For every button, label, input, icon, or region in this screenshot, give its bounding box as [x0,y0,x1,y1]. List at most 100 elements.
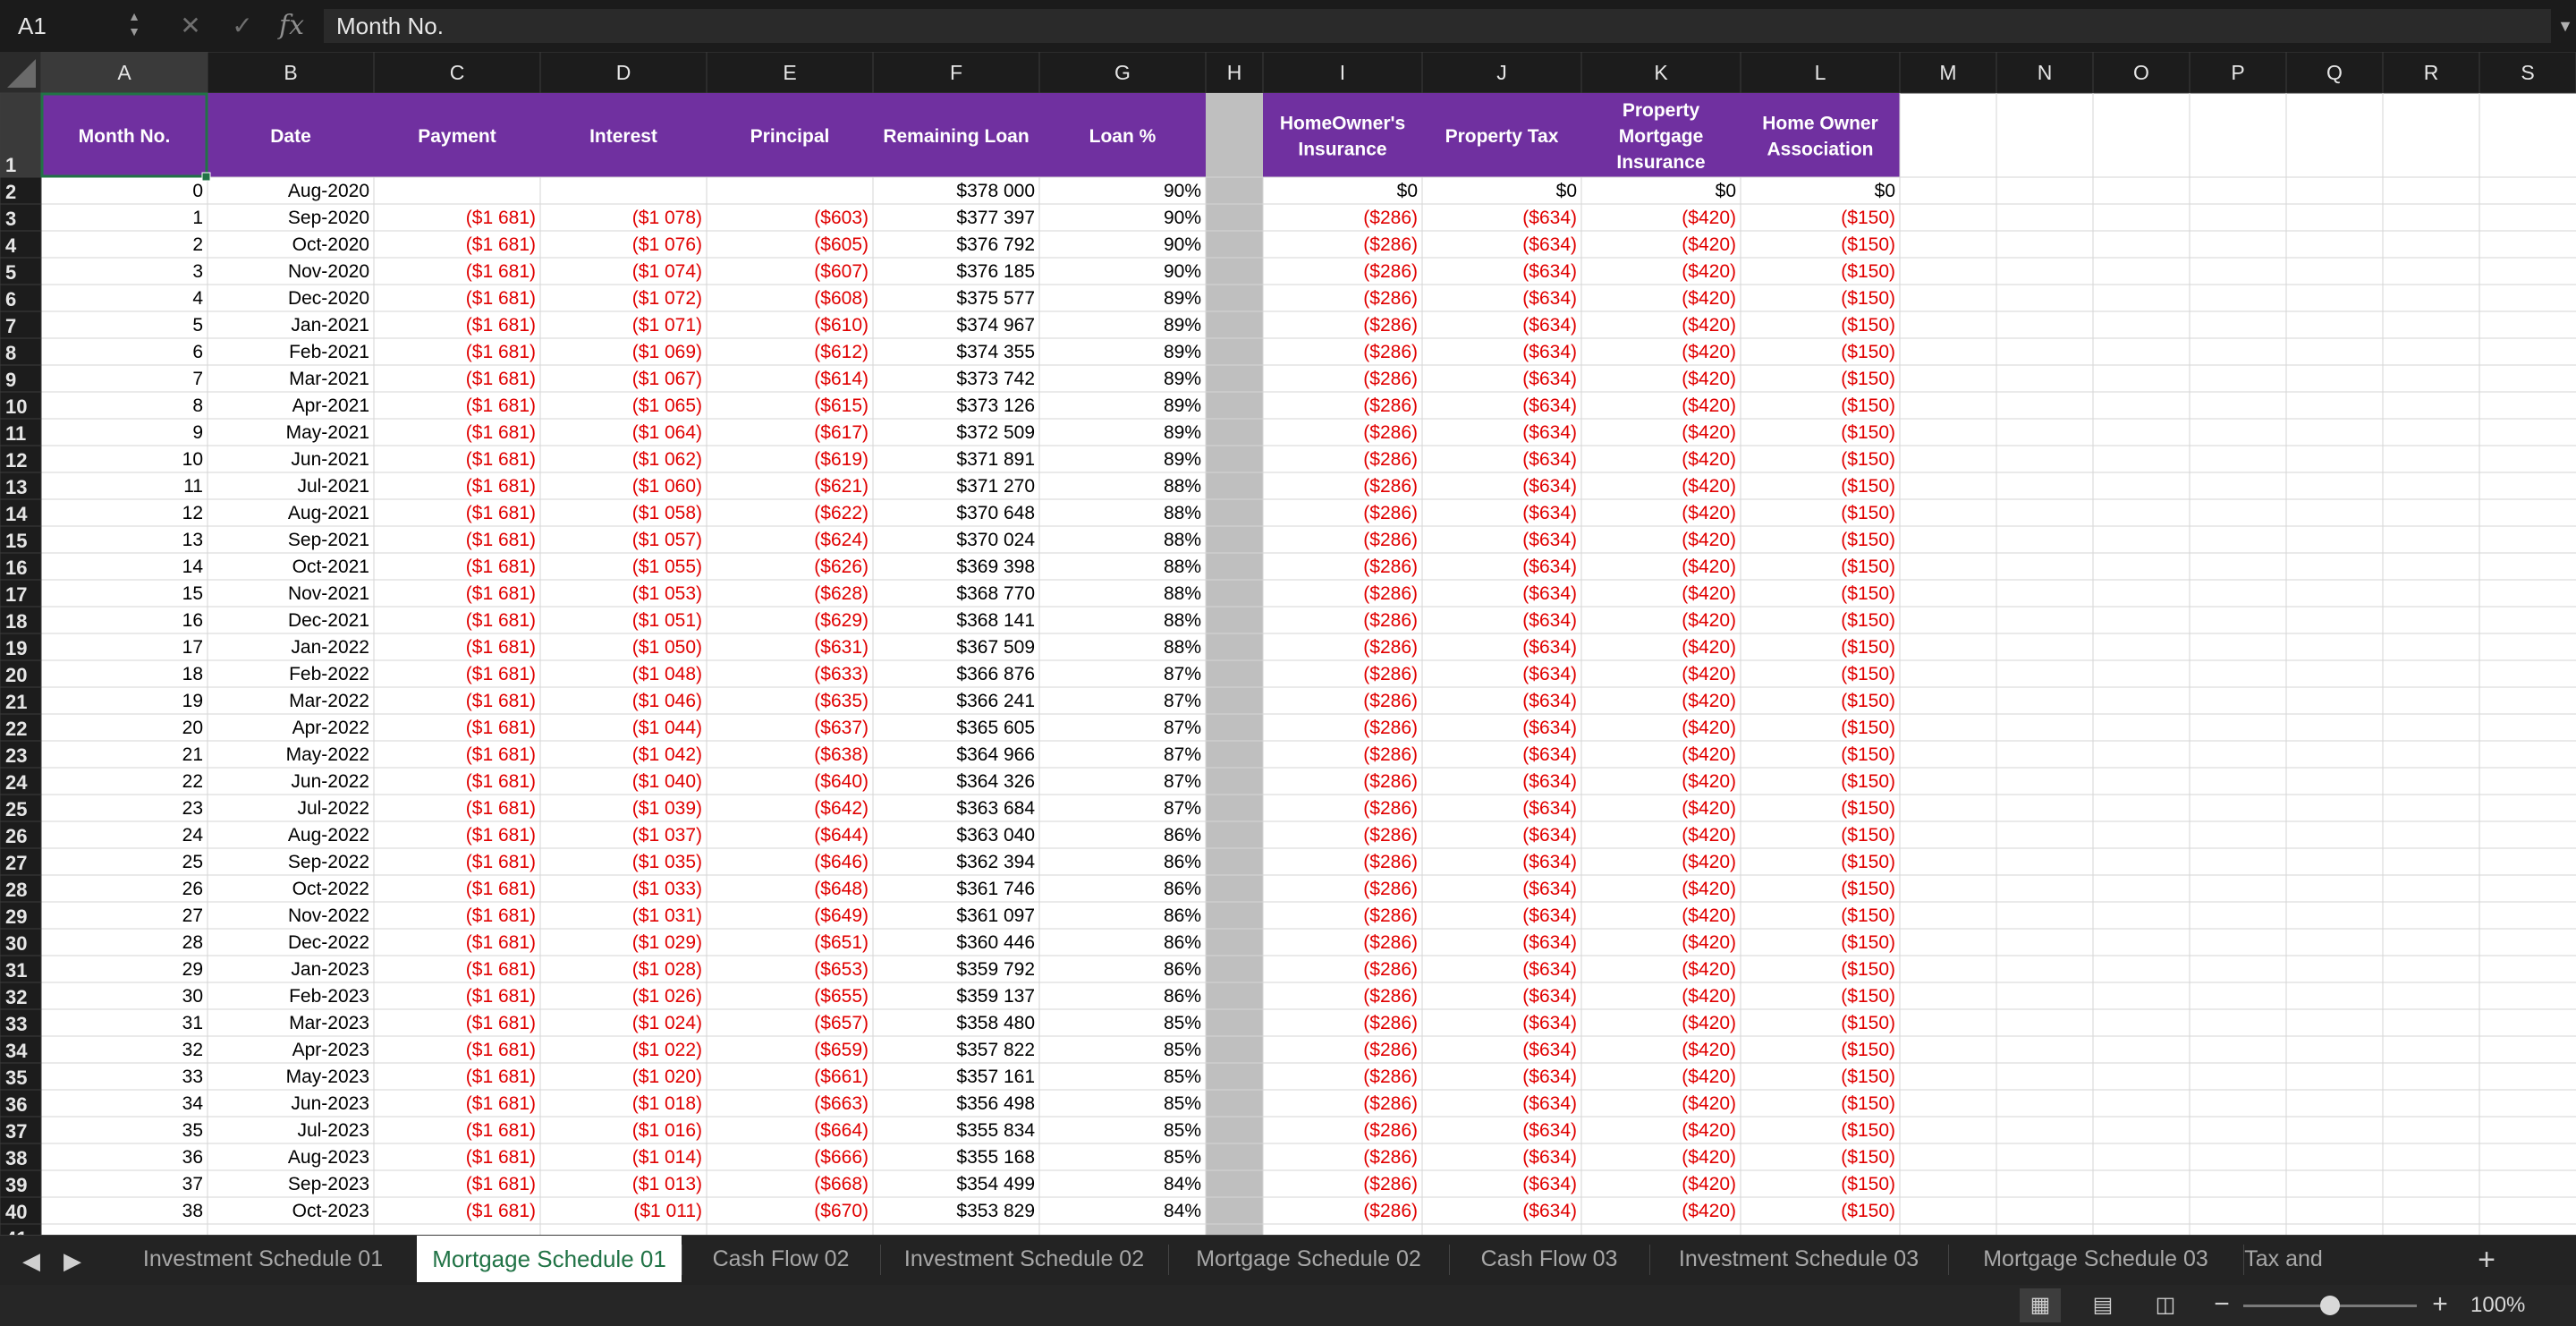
cell-D20[interactable]: ($1 048) [632,664,702,684]
cell-L23[interactable]: ($150) [1841,744,1895,765]
cell-B3[interactable]: Sep-2020 [288,208,369,228]
cell-D28[interactable]: ($1 033) [632,879,702,899]
cell-B14[interactable]: Aug-2021 [288,503,369,523]
cell-L21[interactable]: ($150) [1841,691,1895,711]
cell-G17[interactable]: 88% [1164,583,1201,604]
cell-B5[interactable]: Nov-2020 [288,261,369,282]
cell-B30[interactable]: Dec-2022 [288,932,369,953]
cell-L7[interactable]: ($150) [1841,315,1895,336]
cell-K13[interactable]: ($420) [1682,476,1736,497]
cell-D15[interactable]: ($1 057) [632,530,702,550]
cell-J38[interactable]: ($634) [1522,1147,1577,1168]
cell-F27[interactable]: $362 394 [956,852,1035,872]
cell-F40[interactable]: $353 829 [956,1201,1035,1221]
cell-L29[interactable]: ($150) [1841,905,1895,926]
cell-A34[interactable]: 32 [182,1040,203,1060]
cell-G22[interactable]: 87% [1164,718,1201,738]
cell-F8[interactable]: $374 355 [956,342,1035,362]
cell-F37[interactable]: $355 834 [956,1120,1035,1141]
cell-A17[interactable]: 15 [182,583,203,604]
cell-C12[interactable]: ($1 681) [466,449,536,470]
cell-D10[interactable]: ($1 065) [632,395,702,416]
cell-C26[interactable]: ($1 681) [466,825,536,846]
cell-I4[interactable]: ($286) [1363,234,1418,255]
cell-B32[interactable]: Feb-2023 [289,986,369,1007]
zoom-slider-handle[interactable] [2320,1296,2340,1315]
cell-C32[interactable]: ($1 681) [466,986,536,1007]
cell-I9[interactable]: ($286) [1363,369,1418,389]
cell-I2[interactable]: $0 [1397,181,1418,201]
cell-D12[interactable]: ($1 062) [632,449,702,470]
cell-I22[interactable]: ($286) [1363,718,1418,738]
cell-C27[interactable]: ($1 681) [466,852,536,872]
cell-K28[interactable]: ($420) [1682,879,1736,899]
cell-J40[interactable]: ($634) [1522,1201,1577,1221]
cell-A4[interactable]: 2 [192,234,203,255]
cell-F21[interactable]: $366 241 [956,691,1035,711]
cell-L31[interactable]: ($150) [1841,959,1895,980]
cell-D17[interactable]: ($1 053) [632,583,702,604]
cell-A23[interactable]: 21 [182,744,203,765]
cell-L25[interactable]: ($150) [1841,798,1895,819]
cell-G10[interactable]: 89% [1164,395,1201,416]
cell-J27[interactable]: ($634) [1522,852,1577,872]
cell-B9[interactable]: Mar-2021 [289,369,369,389]
cell-J33[interactable]: ($634) [1522,1013,1577,1033]
cell-J28[interactable]: ($634) [1522,879,1577,899]
cell-D14[interactable]: ($1 058) [632,503,702,523]
cell-I20[interactable]: ($286) [1363,664,1418,684]
cell-D11[interactable]: ($1 064) [632,422,702,443]
cell-J39[interactable]: ($634) [1522,1174,1577,1194]
formula-input[interactable]: Month No. [324,9,2551,43]
cell-K33[interactable]: ($420) [1682,1013,1736,1033]
cell-E30[interactable]: ($651) [814,932,869,953]
cell-L28[interactable]: ($150) [1841,879,1895,899]
cell-C4[interactable]: ($1 681) [466,234,536,255]
cell-L18[interactable]: ($150) [1841,610,1895,631]
cell-F20[interactable]: $366 876 [956,664,1035,684]
cell-D36[interactable]: ($1 018) [632,1093,702,1114]
cell-A19[interactable]: 17 [182,637,203,658]
cell-L37[interactable]: ($150) [1841,1120,1895,1141]
cell-F26[interactable]: $363 040 [956,825,1035,846]
cell-F2[interactable]: $378 000 [956,181,1035,201]
cell-D26[interactable]: ($1 037) [632,825,702,846]
cell-I7[interactable]: ($286) [1363,315,1418,336]
cell-F15[interactable]: $370 024 [956,530,1035,550]
cell-G4[interactable]: 90% [1164,234,1201,255]
cell-B26[interactable]: Aug-2022 [288,825,369,846]
cell-D16[interactable]: ($1 055) [632,557,702,577]
cell-F6[interactable]: $375 577 [956,288,1035,309]
cell-K4[interactable]: ($420) [1682,234,1736,255]
cell-K38[interactable]: ($420) [1682,1147,1736,1168]
cell-K16[interactable]: ($420) [1682,557,1736,577]
cell-D21[interactable]: ($1 046) [632,691,702,711]
cell-E23[interactable]: ($638) [814,744,869,765]
zoom-level[interactable]: 100% [2470,1285,2560,1326]
cell-C3[interactable]: ($1 681) [466,208,536,228]
previous-sheet-icon[interactable]: ◀ [18,1236,45,1286]
sheet-tab[interactable]: Investment Schedule 02 [880,1236,1168,1282]
sheet-tab[interactable]: Cash Flow 02 [682,1236,880,1282]
cell-A11[interactable]: 9 [192,422,203,443]
cell-L33[interactable]: ($150) [1841,1013,1895,1033]
cell-G16[interactable]: 88% [1164,557,1201,577]
cell-D3[interactable]: ($1 078) [632,208,702,228]
cell-A28[interactable]: 26 [182,879,203,899]
cell-A38[interactable]: 36 [182,1147,203,1168]
cell-F28[interactable]: $361 746 [956,879,1035,899]
cell-G2[interactable]: 90% [1164,181,1201,201]
cell-G23[interactable]: 87% [1164,744,1201,765]
cell-D18[interactable]: ($1 051) [632,610,702,631]
cell-L12[interactable]: ($150) [1841,449,1895,470]
cell-K6[interactable]: ($420) [1682,288,1736,309]
cell-J32[interactable]: ($634) [1522,986,1577,1007]
cell-B23[interactable]: May-2022 [286,744,369,765]
cell-E34[interactable]: ($659) [814,1040,869,1060]
cell-K3[interactable]: ($420) [1682,208,1736,228]
cell-B40[interactable]: Oct-2023 [292,1201,369,1221]
cell-J9[interactable]: ($634) [1522,369,1577,389]
cell-C39[interactable]: ($1 681) [466,1174,536,1194]
cell-K2[interactable]: $0 [1716,181,1736,201]
cell-F3[interactable]: $377 397 [956,208,1035,228]
